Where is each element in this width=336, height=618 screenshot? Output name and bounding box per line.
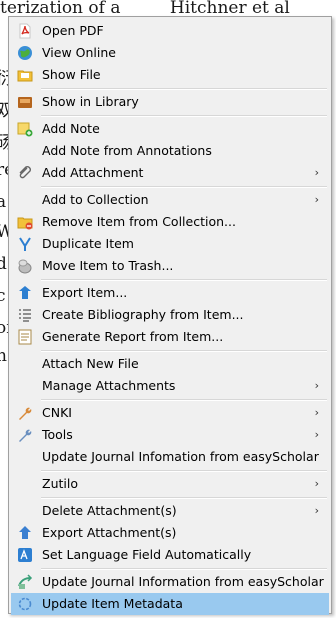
menu-item-add-to-collection[interactable]: Add to Collection › xyxy=(11,189,329,211)
background-glyph: a xyxy=(0,192,7,212)
menu-separator xyxy=(41,497,327,499)
translate-icon xyxy=(18,548,32,562)
menu-item-label: Add Note from Annotations xyxy=(42,143,212,158)
trash-icon xyxy=(18,259,32,274)
menu-item-label: Add Note xyxy=(42,121,100,136)
menu-separator xyxy=(41,470,327,472)
pdf-icon xyxy=(19,23,31,39)
menu-item-add-note[interactable]: Add Note xyxy=(11,118,329,140)
menu-item-label: Delete Attachment(s) xyxy=(42,503,177,518)
menu-item-create-bibliography[interactable]: Create Bibliography from Item... xyxy=(11,304,329,326)
menu-item-label: Add Attachment xyxy=(42,165,144,180)
menu-item-label: Update Journal Information from easyScho… xyxy=(42,574,324,589)
menu-item-remove-from-collection[interactable]: Remove Item from Collection... xyxy=(11,211,329,233)
report-icon xyxy=(18,329,32,345)
duplicate-icon xyxy=(19,237,31,251)
menu-item-label: Update Journal Infomation from easySchol… xyxy=(42,449,319,464)
menu-separator xyxy=(41,88,327,90)
menu-item-label: Update Item Metadata xyxy=(42,596,183,611)
menu-item-move-to-trash[interactable]: Move Item to Trash... xyxy=(11,255,329,277)
update-icon xyxy=(18,574,33,589)
menu-item-label: Tools xyxy=(42,427,73,442)
menu-separator xyxy=(41,568,327,570)
menu-item-export-item[interactable]: Export Item... xyxy=(11,282,329,304)
menu-item-show-in-library[interactable]: Show in Library xyxy=(11,91,329,113)
submenu-arrow-icon: › xyxy=(314,166,319,179)
menu-item-label: View Online xyxy=(42,45,116,60)
menu-item-label: Open PDF xyxy=(42,23,104,38)
menu-item-attach-new-file[interactable]: Attach New File xyxy=(11,353,329,375)
menu-item-label: Duplicate Item xyxy=(42,236,134,251)
submenu-arrow-icon: › xyxy=(314,504,319,517)
menu-separator xyxy=(41,186,327,188)
note-add-icon xyxy=(17,122,33,137)
submenu-arrow-icon: › xyxy=(314,477,319,490)
wrench-icon xyxy=(19,407,32,420)
menu-item-label: Remove Item from Collection... xyxy=(42,214,236,229)
menu-item-label: Manage Attachments xyxy=(42,378,176,393)
menu-item-update-journal-information[interactable]: Update Journal Information from easyScho… xyxy=(11,571,329,593)
menu-item-label: Generate Report from Item... xyxy=(42,329,224,344)
menu-item-label: Export Attachment(s) xyxy=(42,525,177,540)
menu-item-open-pdf[interactable]: Open PDF xyxy=(11,20,329,42)
menu-item-label: CNKI xyxy=(42,405,72,420)
menu-item-label: Show File xyxy=(42,67,101,82)
folder-remove-icon xyxy=(17,217,33,230)
background-glyph: n xyxy=(0,346,7,366)
menu-item-label: Move Item to Trash... xyxy=(42,258,174,273)
menu-item-set-language-field[interactable]: Set Language Field Automatically xyxy=(11,544,329,566)
globe-icon xyxy=(18,46,32,60)
menu-item-cnki[interactable]: CNKI › xyxy=(11,402,329,424)
folder-icon xyxy=(17,70,33,82)
export-attachment-icon xyxy=(19,526,31,539)
menu-item-add-attachment[interactable]: Add Attachment › xyxy=(11,162,329,184)
menu-item-export-attachments[interactable]: Export Attachment(s) xyxy=(11,522,329,544)
menu-item-label: Set Language Field Automatically xyxy=(42,547,252,562)
menu-item-tools[interactable]: Tools › xyxy=(11,424,329,446)
menu-item-generate-report[interactable]: Generate Report from Item... xyxy=(11,326,329,348)
library-icon xyxy=(18,97,32,108)
menu-separator xyxy=(41,115,327,117)
item-context-menu: Open PDF View Online Show File Show in L… xyxy=(8,16,332,615)
menu-item-label: Create Bibliography from Item... xyxy=(42,307,244,322)
background-glyph: c xyxy=(0,286,6,306)
menu-item-delete-attachments[interactable]: Delete Attachment(s) › xyxy=(11,500,329,522)
menu-item-update-journal-infomation[interactable]: Update Journal Infomation from easySchol… xyxy=(11,446,329,468)
menu-item-label: Zutilo xyxy=(42,476,78,491)
menu-separator xyxy=(41,399,327,401)
menu-item-label: Export Item... xyxy=(42,285,128,300)
submenu-arrow-icon: › xyxy=(314,379,319,392)
menu-separator xyxy=(41,279,327,281)
menu-item-add-note-from-annotations[interactable]: Add Note from Annotations xyxy=(11,140,329,162)
submenu-arrow-icon: › xyxy=(314,193,319,206)
export-arrow-icon xyxy=(19,286,31,299)
menu-item-label: Show in Library xyxy=(42,94,139,109)
menu-item-duplicate-item[interactable]: Duplicate Item xyxy=(11,233,329,255)
menu-item-view-online[interactable]: View Online xyxy=(11,42,329,64)
menu-item-zutilo[interactable]: Zutilo › xyxy=(11,473,329,495)
menu-item-manage-attachments[interactable]: Manage Attachments › xyxy=(11,375,329,397)
menu-item-show-file[interactable]: Show File xyxy=(11,64,329,86)
paperclip-icon xyxy=(19,166,31,179)
list-icon xyxy=(19,309,31,322)
background-glyph: d xyxy=(0,254,7,274)
menu-separator xyxy=(41,350,327,352)
menu-item-label: Add to Collection xyxy=(42,192,149,207)
refresh-icon xyxy=(18,597,32,611)
menu-item-update-item-metadata[interactable]: Update Item Metadata xyxy=(11,593,329,615)
submenu-arrow-icon: › xyxy=(314,428,319,441)
wrench-icon xyxy=(19,429,32,442)
menu-item-label: Attach New File xyxy=(42,356,139,371)
submenu-arrow-icon: › xyxy=(314,406,319,419)
